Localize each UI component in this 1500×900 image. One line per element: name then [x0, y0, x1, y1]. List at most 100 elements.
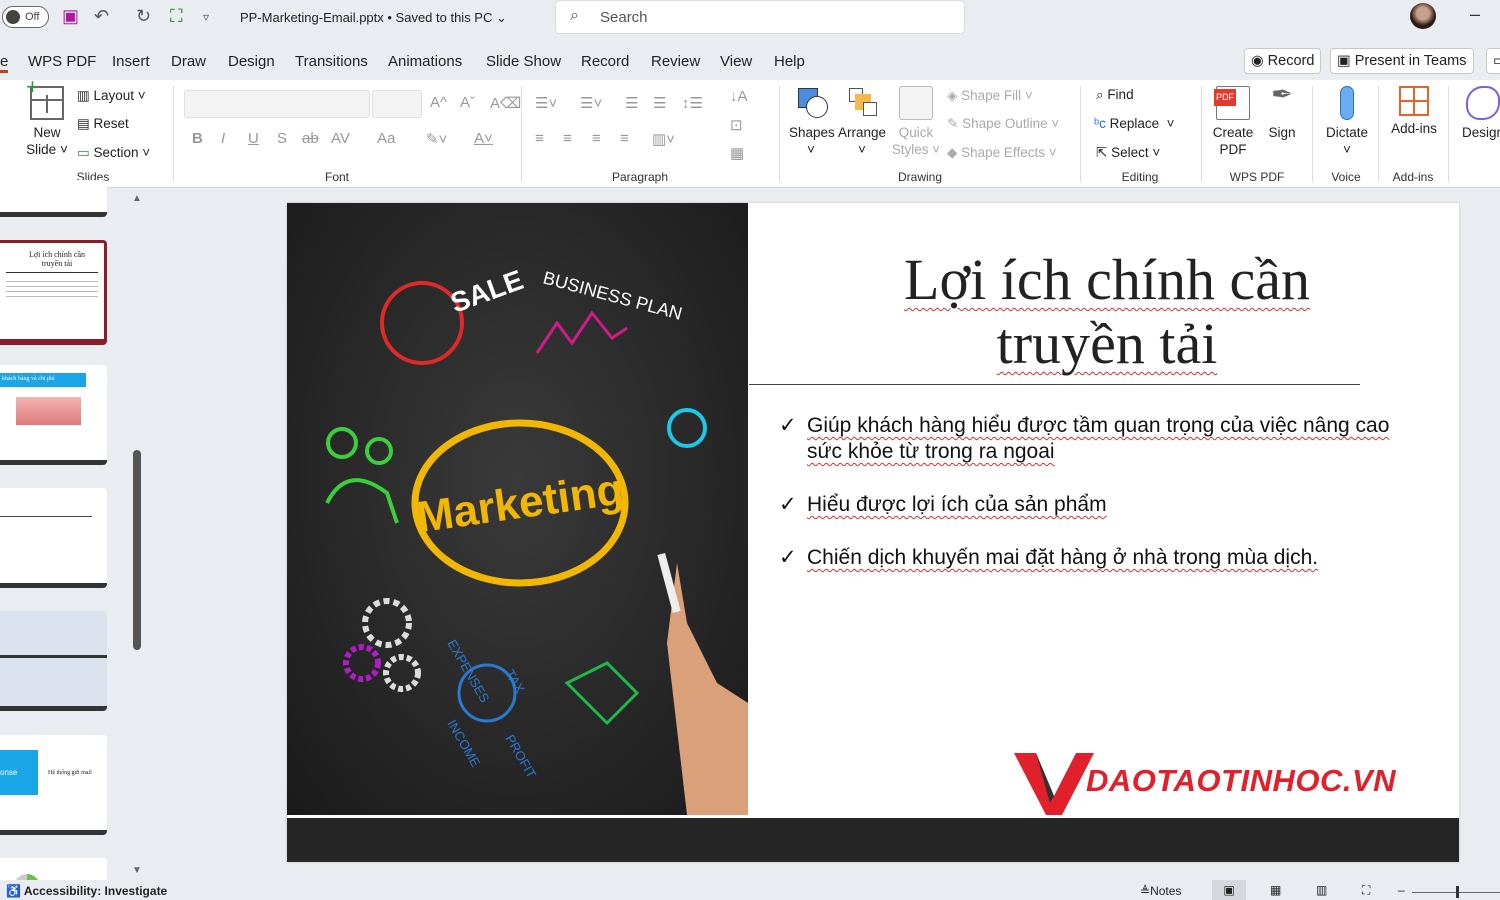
tab-slide-show[interactable]: Slide Show: [486, 53, 561, 70]
new-slide-button[interactable]: + New Slide ˅: [22, 76, 72, 158]
tab-help[interactable]: Help: [774, 53, 805, 70]
tab-home[interactable]: e: [0, 53, 9, 73]
clear-formatting-icon[interactable]: A⌫: [490, 94, 521, 112]
bullet-list[interactable]: ✓ Giúp khách hàng hiểu được tầm quan trọn…: [779, 413, 1399, 598]
slide-thumbnail-1[interactable]: [0, 180, 107, 217]
redo-icon[interactable]: ↻: [136, 6, 151, 27]
slide-title[interactable]: Lợi ích chính cần truyền tải: [847, 248, 1367, 376]
slide-footer-bar: [287, 818, 1459, 862]
image-text-income: INCOME: [444, 717, 483, 770]
font-size-dropdown[interactable]: [372, 90, 422, 118]
shape-fill-button[interactable]: ◈ Shape Fill ˅: [947, 88, 1033, 104]
smartart-icon[interactable]: ▦: [730, 144, 744, 162]
zoom-slider-thumb[interactable]: [1456, 886, 1459, 898]
reset-button[interactable]: ▤ Reset: [77, 116, 129, 132]
image-text-profit: PROFIT: [502, 732, 539, 781]
title-bar: Off ▣ ↶ ↻ ⛶ ▿ PP-Marketing-Email.pptx • …: [0, 0, 1500, 40]
columns-icon[interactable]: ▥˅: [652, 130, 675, 148]
sign-button[interactable]: ✒ Sign: [1262, 81, 1302, 141]
scroll-up-arrow[interactable]: ▲: [132, 193, 142, 204]
italic-button[interactable]: I: [221, 130, 225, 147]
undo-icon[interactable]: ↶: [94, 6, 109, 27]
designer-button[interactable]: Design: [1458, 86, 1500, 141]
slide-thumbnail-4[interactable]: [0, 488, 107, 588]
highlight-icon[interactable]: ✎˅: [426, 130, 447, 148]
create-pdf-button[interactable]: PDF Create PDF: [1210, 86, 1256, 158]
justify-icon[interactable]: ≡: [620, 130, 629, 147]
arrange-button[interactable]: Arrange ˅: [838, 86, 886, 158]
slide-thumbnail-5[interactable]: [0, 611, 107, 711]
notes-button[interactable]: ≜Notes: [1140, 884, 1181, 898]
quick-styles-icon: [899, 86, 933, 120]
font-color-icon[interactable]: A˅: [474, 130, 493, 147]
customize-toolbar-icon[interactable]: ▿: [203, 10, 209, 24]
tab-review[interactable]: Review: [651, 53, 700, 70]
section-button[interactable]: ▭ Section ˅: [77, 145, 150, 161]
shapes-button[interactable]: Shapes ˅: [789, 86, 835, 158]
align-left-icon[interactable]: ≡: [535, 130, 544, 147]
slide-thumbnail-3[interactable]: khách hàng và chi phí: [0, 365, 107, 465]
replace-icon: ᵇc: [1094, 116, 1110, 131]
grow-font-button[interactable]: A^: [430, 94, 447, 111]
increase-indent-icon[interactable]: ☰: [653, 94, 666, 112]
avatar[interactable]: [1410, 3, 1436, 29]
scroll-down-arrow[interactable]: ▼: [132, 865, 142, 876]
line-spacing-icon[interactable]: ↕☰: [682, 94, 703, 112]
thumbnail-scrollbar[interactable]: [133, 450, 141, 650]
section-icon: ▭: [77, 145, 94, 160]
autosave-toggle[interactable]: Off: [2, 6, 49, 28]
bold-button[interactable]: B: [192, 130, 203, 147]
zoom-out-button[interactable]: –: [1398, 883, 1405, 897]
save-icon[interactable]: ▣: [62, 6, 79, 27]
present-in-teams-button[interactable]: ▣ Present in Teams: [1330, 48, 1474, 74]
shrink-font-button[interactable]: Aˇ: [460, 94, 475, 111]
drawing-group-label: Drawing: [897, 170, 943, 184]
text-shadow-button[interactable]: S: [277, 130, 287, 147]
quick-styles-button[interactable]: Quick Styles ˅: [890, 86, 942, 158]
tab-insert[interactable]: Insert: [112, 53, 150, 70]
search-box[interactable]: ⌕ Search: [555, 0, 965, 34]
shape-outline-button[interactable]: ✎ Shape Outline ˅: [947, 116, 1059, 132]
present-from-start-icon[interactable]: ⛶: [170, 6, 183, 27]
decrease-indent-icon[interactable]: ☰: [625, 94, 638, 112]
accessibility-button[interactable]: ♿ Accessibility: Investigate: [6, 884, 167, 898]
tab-wps-pdf[interactable]: WPS PDF: [28, 53, 96, 70]
align-text-icon[interactable]: ⊡: [730, 116, 743, 134]
numbering-icon[interactable]: ☰˅: [580, 94, 602, 112]
tab-design[interactable]: Design: [228, 53, 275, 70]
align-center-icon[interactable]: ≡: [563, 130, 572, 147]
slideshow-view-icon[interactable]: ⛶: [1362, 883, 1370, 898]
slide-sorter-view-icon[interactable]: ▦: [1270, 883, 1281, 897]
dictate-button[interactable]: Dictate ˅: [1322, 86, 1372, 158]
tab-animations[interactable]: Animations: [388, 53, 462, 70]
paragraph-group-label: Paragraph: [611, 170, 669, 184]
document-title[interactable]: PP-Marketing-Email.pptx • Saved to this …: [240, 10, 507, 26]
find-button[interactable]: ⌕ Find: [1096, 87, 1134, 103]
reading-view-icon[interactable]: ▥: [1316, 883, 1327, 897]
bullets-icon[interactable]: ☰˅: [535, 94, 557, 112]
tab-transitions[interactable]: Transitions: [295, 53, 368, 70]
slide-thumbnail-2[interactable]: Lợi ích chính cần truyền tải: [0, 240, 107, 345]
replace-button[interactable]: ᵇc Replace ˅: [1094, 116, 1175, 131]
font-name-dropdown[interactable]: [184, 90, 370, 118]
slide-thumbnail-6[interactable]: onse Hệ thống gửi mail: [0, 735, 107, 835]
align-right-icon[interactable]: ≡: [592, 130, 601, 147]
minimize-button[interactable]: –: [1470, 4, 1480, 25]
tab-draw[interactable]: Draw: [171, 53, 206, 70]
underline-button[interactable]: U: [248, 130, 259, 147]
tab-view[interactable]: View: [720, 53, 752, 70]
slide-canvas[interactable]: Marketing SALE BUSINESS PLAN EXPENSES TA…: [287, 203, 1459, 862]
shape-effects-button[interactable]: ◆ Shape Effects ˅: [947, 145, 1057, 161]
select-button[interactable]: ⇱ Select ˅: [1096, 145, 1160, 161]
tab-record[interactable]: Record: [581, 53, 629, 70]
record-button[interactable]: ◉ Record: [1244, 48, 1322, 74]
shapes-icon: [794, 86, 828, 120]
text-direction-icon[interactable]: ↓A: [730, 88, 748, 105]
character-spacing-button[interactable]: AV: [331, 130, 350, 147]
comments-button[interactable]: ▭: [1486, 48, 1500, 74]
add-ins-button[interactable]: Add-ins: [1388, 86, 1440, 137]
strikethrough-button[interactable]: ab: [302, 130, 319, 147]
change-case-button[interactable]: Aa: [377, 130, 395, 147]
normal-view-button[interactable]: ▣: [1212, 880, 1246, 900]
layout-button[interactable]: ▥ Layout ˅: [77, 88, 146, 104]
